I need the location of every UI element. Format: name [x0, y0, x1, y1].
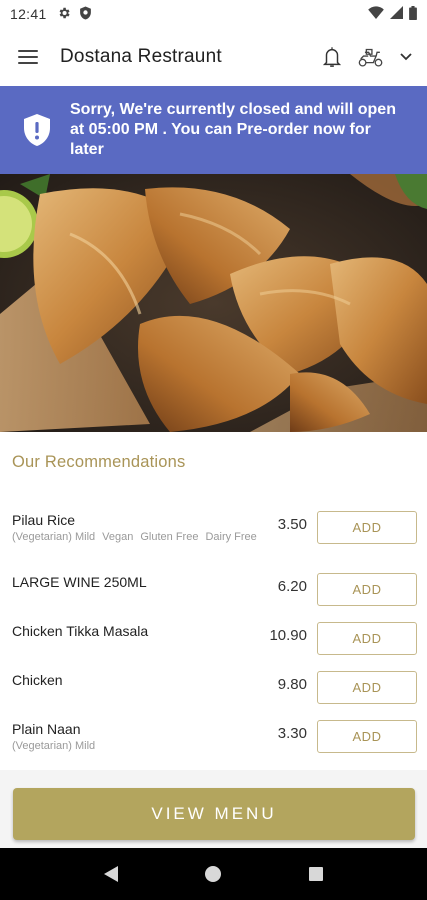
closed-notice-banner: Sorry, We're currently closed and will o…: [0, 86, 427, 174]
menu-item-chicken: Chicken 9.80 ADD: [12, 671, 417, 704]
item-tag: Vegan: [102, 531, 134, 543]
status-time: 12:41: [10, 6, 47, 22]
hamburger-menu-icon[interactable]: [18, 45, 42, 69]
gear-icon: [57, 6, 71, 23]
battery-icon: [409, 5, 417, 23]
delivery-scooter-icon[interactable]: [357, 45, 385, 69]
closed-message: Sorry, We're currently closed and will o…: [70, 101, 396, 158]
footer-area: VIEW MENU: [0, 770, 427, 848]
add-button[interactable]: ADD: [317, 511, 417, 544]
item-tag: Gluten Free: [140, 531, 199, 543]
item-tag: (Vegetarian) Mild: [12, 531, 96, 543]
add-button[interactable]: ADD: [317, 622, 417, 655]
restaurant-title: Dostana Restraunt: [60, 46, 222, 67]
item-price: 3.30: [277, 725, 307, 742]
recommendations-title: Our Recommendations: [12, 453, 186, 471]
item-tags: (Vegetarian) Mild Vegan Gluten Free Dairy F…: [12, 530, 270, 544]
alert-shield-icon: [24, 114, 50, 146]
back-icon[interactable]: [91, 854, 131, 894]
add-button[interactable]: ADD: [317, 671, 417, 704]
recommendations-section: Our Recommendations Pilau Rice (Vegetari…: [0, 432, 427, 770]
samosa-food-photo: [0, 174, 427, 432]
app-bar: Dostana Restraunt: [0, 28, 427, 86]
home-icon[interactable]: [193, 854, 233, 894]
item-price: 10.90: [269, 627, 307, 644]
status-bar: 12:41: [0, 0, 427, 28]
item-tag: Dairy Free: [205, 531, 257, 543]
item-price: 6.20: [277, 578, 307, 595]
chevron-down-icon[interactable]: [399, 52, 413, 62]
menu-item-large-wine: LARGE WINE 250ML 6.20 ADD: [12, 573, 417, 606]
wifi-icon: [368, 6, 384, 22]
menu-item-pilau-rice: Pilau Rice (Vegetarian) Mild Vegan Gluten …: [12, 511, 417, 544]
menu-item-plain-naan: Plain Naan (Vegetarian) Mild 3.30 ADD: [12, 720, 417, 753]
item-price: 9.80: [277, 676, 307, 693]
bell-icon[interactable]: [321, 45, 343, 69]
signal-icon: [390, 6, 403, 22]
system-nav-bar: [0, 848, 427, 900]
item-price: 3.50: [277, 516, 307, 533]
view-menu-button[interactable]: VIEW MENU: [13, 788, 415, 840]
item-tag: (Vegetarian) Mild: [12, 740, 96, 752]
item-tags: (Vegetarian) Mild: [12, 739, 270, 753]
recents-icon[interactable]: [296, 854, 336, 894]
menu-item-chicken-tikka-masala: Chicken Tikka Masala 10.90 ADD: [12, 622, 417, 655]
shield-icon: [79, 6, 92, 23]
add-button[interactable]: ADD: [317, 573, 417, 606]
add-button[interactable]: ADD: [317, 720, 417, 753]
